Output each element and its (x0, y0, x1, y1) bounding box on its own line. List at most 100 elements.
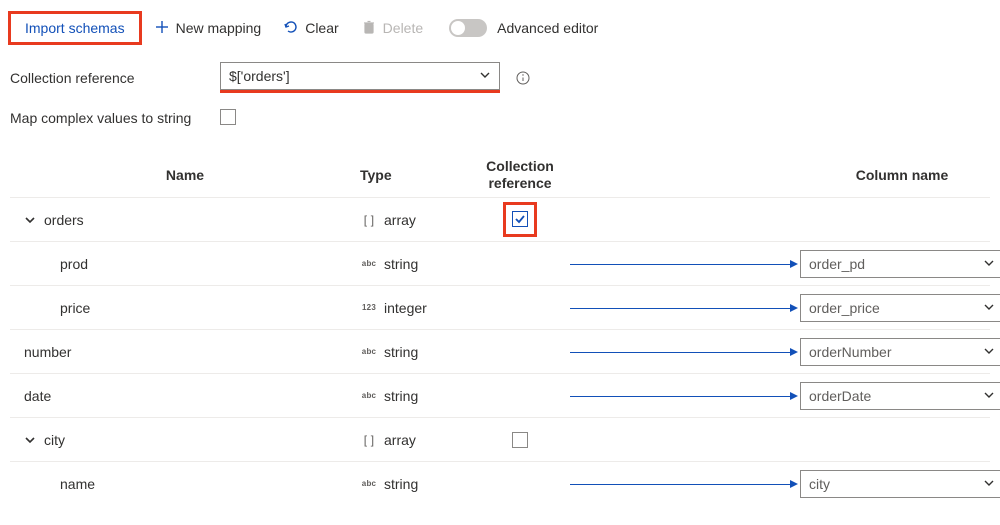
column-name-value: order_pd (809, 256, 865, 272)
mapping-arrow (570, 219, 800, 221)
collection-reference-label: Collection reference (10, 70, 210, 86)
field-type-cell: abc string (360, 256, 470, 272)
column-name-select[interactable]: orderDate (800, 382, 1000, 410)
string-type-icon: abc (360, 347, 378, 356)
chevron-down-icon (983, 476, 995, 492)
field-name-cell: orders (10, 212, 360, 228)
mapping-arrow (570, 439, 800, 441)
field-type: array (384, 212, 416, 228)
field-type-cell: abc string (360, 388, 470, 404)
column-name-value: order_price (809, 300, 880, 316)
table-row: nameabc string city (10, 461, 990, 505)
field-type-cell: [ ] array (360, 432, 470, 448)
collection-reference-highlight (503, 202, 537, 237)
new-mapping-label: New mapping (176, 20, 262, 36)
clear-button[interactable]: Clear (275, 15, 346, 42)
collection-reference-cell (470, 202, 570, 237)
table-row: city [ ] array (10, 417, 990, 461)
plus-icon (154, 19, 170, 38)
clear-label: Clear (305, 20, 338, 36)
mapping-table: Name Type Collection reference Column na… (10, 153, 990, 505)
collection-reference-underline (220, 90, 500, 93)
mapping-arrow (570, 351, 800, 353)
header-column-name: Column name (800, 167, 1000, 183)
array-type-icon: [ ] (360, 433, 378, 447)
chevron-down-icon[interactable] (24, 214, 38, 226)
column-name-value: orderDate (809, 388, 871, 404)
header-type: Type (360, 167, 470, 183)
field-type: array (384, 432, 416, 448)
chevron-down-icon (983, 388, 995, 404)
field-name: prod (60, 256, 88, 272)
advanced-editor-toggle[interactable]: Advanced editor (437, 15, 606, 41)
delete-button: Delete (353, 15, 431, 42)
toggle-icon (449, 19, 487, 37)
table-row: orders [ ]array (10, 197, 990, 241)
field-name-cell: date (10, 388, 360, 404)
table-row: dateabc string orderDate (10, 373, 990, 417)
trash-icon (361, 19, 377, 38)
map-complex-checkbox[interactable] (220, 109, 236, 125)
field-name: city (44, 432, 65, 448)
column-name-value: city (809, 476, 830, 492)
collection-reference-checkbox[interactable] (512, 432, 528, 448)
field-type: string (384, 388, 418, 404)
collection-reference-checkbox[interactable] (512, 211, 528, 227)
import-schemas-button[interactable]: Import schemas (10, 13, 140, 43)
field-name-cell: prod (10, 256, 360, 272)
import-schemas-label: Import schemas (25, 20, 125, 36)
collection-reference-value: $['orders'] (229, 68, 290, 84)
advanced-editor-label: Advanced editor (497, 20, 598, 36)
column-name-value: orderNumber (809, 344, 891, 360)
column-name-cell: city (800, 470, 1000, 498)
column-name-select[interactable]: city (800, 470, 1000, 498)
column-name-cell: order_price (800, 294, 1000, 322)
field-name-cell: city (10, 432, 360, 448)
map-complex-label: Map complex values to string (10, 109, 210, 127)
new-mapping-button[interactable]: New mapping (146, 15, 270, 42)
chevron-down-icon (983, 256, 995, 272)
integer-type-icon: 123 (360, 303, 378, 312)
refresh-icon (283, 19, 299, 38)
field-name: price (60, 300, 90, 316)
column-name-select[interactable]: order_pd (800, 250, 1000, 278)
info-icon[interactable] (516, 71, 530, 85)
mapping-arrow (570, 483, 800, 485)
field-type: integer (384, 300, 427, 316)
table-row: prod abc string order_pd (10, 241, 990, 285)
field-name-cell: name (10, 476, 360, 492)
mapping-arrow (570, 263, 800, 265)
chevron-down-icon[interactable] (24, 434, 38, 446)
collection-reference-field-wrap: $['orders'] (220, 62, 500, 93)
field-type-cell: abc string (360, 344, 470, 360)
table-row: number abc string orderNumber (10, 329, 990, 373)
column-name-select[interactable]: orderNumber (800, 338, 1000, 366)
column-name-cell: orderDate (800, 382, 1000, 410)
header-name: Name (10, 167, 360, 183)
collection-reference-cell (470, 432, 570, 448)
field-name: orders (44, 212, 84, 228)
string-type-icon: abc (360, 259, 378, 268)
mapping-arrow (570, 307, 800, 309)
chevron-down-icon (983, 300, 995, 316)
field-name-cell: number (10, 344, 360, 360)
field-type: string (384, 344, 418, 360)
header-collection-reference: Collection reference (470, 158, 570, 192)
toolbar: Import schemas New mapping Clear Delete (10, 10, 990, 46)
field-type: string (384, 476, 418, 492)
map-complex-row: Map complex values to string (10, 109, 990, 127)
column-name-cell: orderNumber (800, 338, 1000, 366)
mapping-arrow (570, 395, 800, 397)
string-type-icon: abc (360, 391, 378, 400)
table-row: price 123 integer order_price (10, 285, 990, 329)
string-type-icon: abc (360, 479, 378, 488)
field-type: string (384, 256, 418, 272)
field-type-cell: [ ]array (360, 212, 470, 228)
table-header: Name Type Collection reference Column na… (10, 153, 990, 197)
collection-reference-select[interactable]: $['orders'] (220, 62, 500, 90)
delete-label: Delete (383, 20, 423, 36)
column-name-cell: order_pd (800, 250, 1000, 278)
column-name-select[interactable]: order_price (800, 294, 1000, 322)
collection-reference-row: Collection reference $['orders'] (10, 62, 990, 93)
field-name: number (24, 344, 71, 360)
